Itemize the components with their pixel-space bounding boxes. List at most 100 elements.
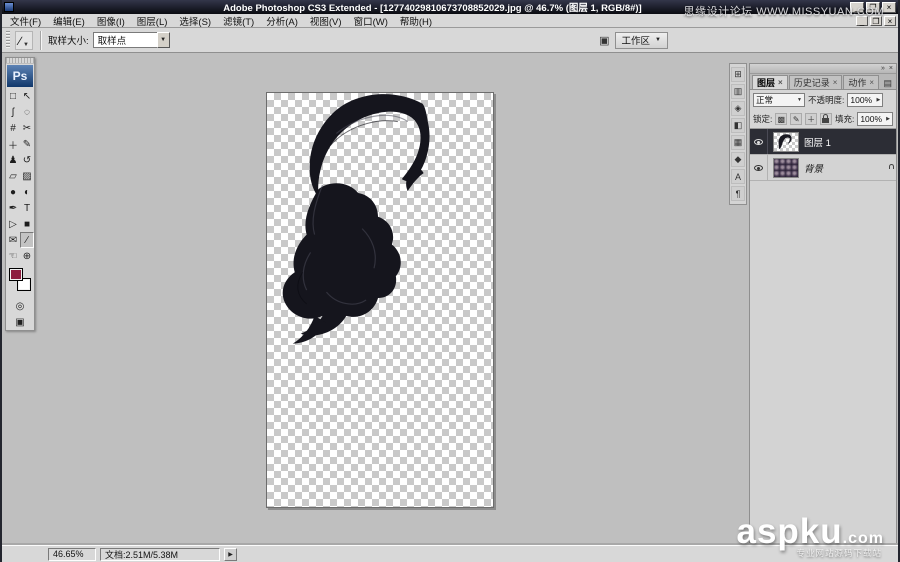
minimize-button[interactable]: _	[850, 1, 864, 13]
menu-help[interactable]: 帮助(H)	[394, 14, 438, 28]
panel-dock: » × 图层 × 历史记录 × 动作 × ▤ 正常 ▼ 不透明度: 100% ▶…	[749, 63, 897, 545]
lasso-tool[interactable]: ʃ	[6, 104, 20, 120]
color-icon[interactable]: ◧	[731, 118, 745, 133]
path-selection-tool[interactable]: ▷	[6, 216, 20, 232]
tab-actions-close-icon[interactable]: ×	[869, 78, 874, 87]
visibility-toggle[interactable]	[750, 155, 768, 180]
lock-pixels-icon[interactable]: ✎	[790, 113, 803, 125]
restore-button[interactable]: ❐	[866, 1, 880, 13]
type-tool[interactable]: T	[20, 200, 34, 216]
chevron-down-icon[interactable]: ▼	[156, 32, 170, 48]
hair-image	[282, 94, 430, 344]
layer-row-layer1[interactable]: 图层 1	[750, 129, 896, 155]
slice-tool[interactable]: ✂	[20, 120, 34, 136]
tab-history-label: 历史记录	[793, 78, 830, 88]
dock-title-bar: » ×	[750, 64, 896, 74]
fill-label: 填充:	[834, 114, 855, 124]
document-info: 文档:2.51M/5.38M	[100, 547, 220, 561]
sample-size-value: 取样点	[92, 32, 157, 48]
menu-layer[interactable]: 图层(L)	[131, 14, 174, 28]
workspace-button[interactable]: 工作区 ▼	[614, 31, 668, 49]
quick-selection-tool[interactable]: ◌	[20, 104, 34, 120]
options-bar-grip[interactable]	[6, 31, 10, 49]
doc-close-button[interactable]: ×	[884, 15, 896, 26]
eyedropper-tool[interactable]: ∕	[20, 232, 34, 248]
toolbox: Ps □ ↖ ʃ ◌ # ✂ ＋ ✎ ♟ ↺ ▱ ▨ ● ◐ ✒ T ▷ ■ ✉…	[5, 57, 35, 331]
toolbox-grip[interactable]	[6, 58, 34, 64]
menu-filter[interactable]: 滤镜(T)	[217, 14, 260, 28]
lock-row: 锁定: ▩ ✎ ＋ 填充: 100% ▶	[750, 109, 896, 128]
workspace-label: 工作区	[621, 36, 651, 47]
history-brush-tool[interactable]: ↺	[20, 152, 34, 168]
background-thumbnail[interactable]	[773, 157, 799, 178]
screen-mode-button[interactable]: ▣	[6, 314, 34, 330]
menu-image[interactable]: 图像(I)	[91, 14, 131, 28]
navigator-icon[interactable]: ⊞	[731, 67, 745, 82]
notes-tool[interactable]: ✉	[6, 232, 20, 248]
visibility-toggle[interactable]	[750, 129, 768, 154]
menu-edit[interactable]: 编辑(E)	[47, 14, 91, 28]
move-tool[interactable]: ↖	[20, 88, 34, 104]
document-canvas[interactable]	[266, 92, 494, 508]
clone-stamp-tool[interactable]: ♟	[6, 152, 20, 168]
opacity-input[interactable]: 100% ▶	[847, 93, 884, 107]
doc-restore-button[interactable]: ❐	[870, 15, 882, 26]
quick-mask-button[interactable]: ◎	[6, 298, 34, 314]
brush-tool[interactable]: ✎	[20, 136, 34, 152]
palette-well-icon[interactable]: ▣	[599, 34, 609, 47]
crop-tool[interactable]: #	[6, 120, 20, 136]
options-separator	[39, 30, 41, 50]
tab-history[interactable]: 历史记录 ×	[788, 75, 843, 89]
close-button[interactable]: ×	[882, 1, 896, 13]
sample-size-select[interactable]: 取样点 ▼	[92, 32, 170, 48]
blend-mode-select[interactable]: 正常 ▼	[753, 93, 805, 107]
foreground-color-swatch[interactable]	[9, 268, 23, 281]
zoom-level-input[interactable]: 46.65%	[48, 547, 96, 561]
collapse-dock-icon[interactable]: »	[881, 65, 885, 72]
collapsed-panel-dock: ⊞ ▥ ◈ ◧ ▦ ◆ A ¶	[729, 63, 747, 205]
paragraph-icon[interactable]: ¶	[731, 186, 745, 201]
doc-minimize-button[interactable]: _	[856, 15, 868, 26]
gradient-tool[interactable]: ▨	[20, 168, 34, 184]
options-bar: ∕ ▼ 取样大小: 取样点 ▼ ▣ 工作区 ▼	[2, 28, 898, 53]
styles-icon[interactable]: ◆	[731, 152, 745, 167]
zoom-tool[interactable]: ⊕	[20, 248, 34, 264]
menu-view[interactable]: 视图(V)	[304, 14, 348, 28]
current-tool-button[interactable]: ∕ ▼	[15, 30, 33, 50]
character-icon[interactable]: A	[731, 169, 745, 184]
menu-file[interactable]: 文件(F)	[4, 14, 47, 28]
tab-history-close-icon[interactable]: ×	[833, 78, 838, 87]
custom-shape-tool[interactable]: ■	[20, 216, 34, 232]
histogram-icon[interactable]: ▥	[731, 84, 745, 99]
tab-actions[interactable]: 动作 ×	[843, 75, 880, 89]
menu-select[interactable]: 选择(S)	[173, 14, 217, 28]
opacity-arrow-icon: ▶	[876, 97, 881, 103]
layer1-thumbnail[interactable]	[773, 131, 799, 152]
hand-tool[interactable]: ☜	[6, 248, 20, 264]
rectangular-marquee-tool[interactable]: □	[6, 88, 20, 104]
layer-list: 图层 1 背景	[750, 128, 896, 544]
pen-tool[interactable]: ✒	[6, 200, 20, 216]
lock-transparency-icon[interactable]: ▩	[775, 113, 788, 125]
tab-layers[interactable]: 图层 ×	[752, 75, 788, 89]
lock-position-icon[interactable]: ＋	[805, 113, 818, 125]
fill-input[interactable]: 100% ▶	[857, 112, 893, 126]
fill-value: 100%	[860, 114, 883, 124]
dock-close-icon[interactable]: ×	[889, 65, 893, 72]
tab-layers-close-icon[interactable]: ×	[778, 78, 783, 87]
panel-menu-icon[interactable]: ▤	[883, 78, 894, 89]
menu-analysis[interactable]: 分析(A)	[260, 14, 304, 28]
blur-tool[interactable]: ●	[6, 184, 20, 200]
layer-row-background[interactable]: 背景	[750, 155, 896, 181]
tab-actions-label: 动作	[848, 78, 867, 88]
spot-healing-brush-tool[interactable]: ＋	[6, 136, 20, 152]
blend-mode-arrow-icon: ▼	[797, 97, 802, 103]
tool-preset-arrow-icon: ▼	[23, 41, 29, 48]
menu-window[interactable]: 窗口(W)	[348, 14, 394, 28]
info-icon[interactable]: ◈	[731, 101, 745, 116]
lock-all-icon[interactable]	[820, 113, 832, 125]
status-menu-button[interactable]: ▶	[224, 547, 237, 561]
dodge-tool[interactable]: ◐	[20, 184, 34, 200]
swatches-icon[interactable]: ▦	[731, 135, 745, 150]
eraser-tool[interactable]: ▱	[6, 168, 20, 184]
